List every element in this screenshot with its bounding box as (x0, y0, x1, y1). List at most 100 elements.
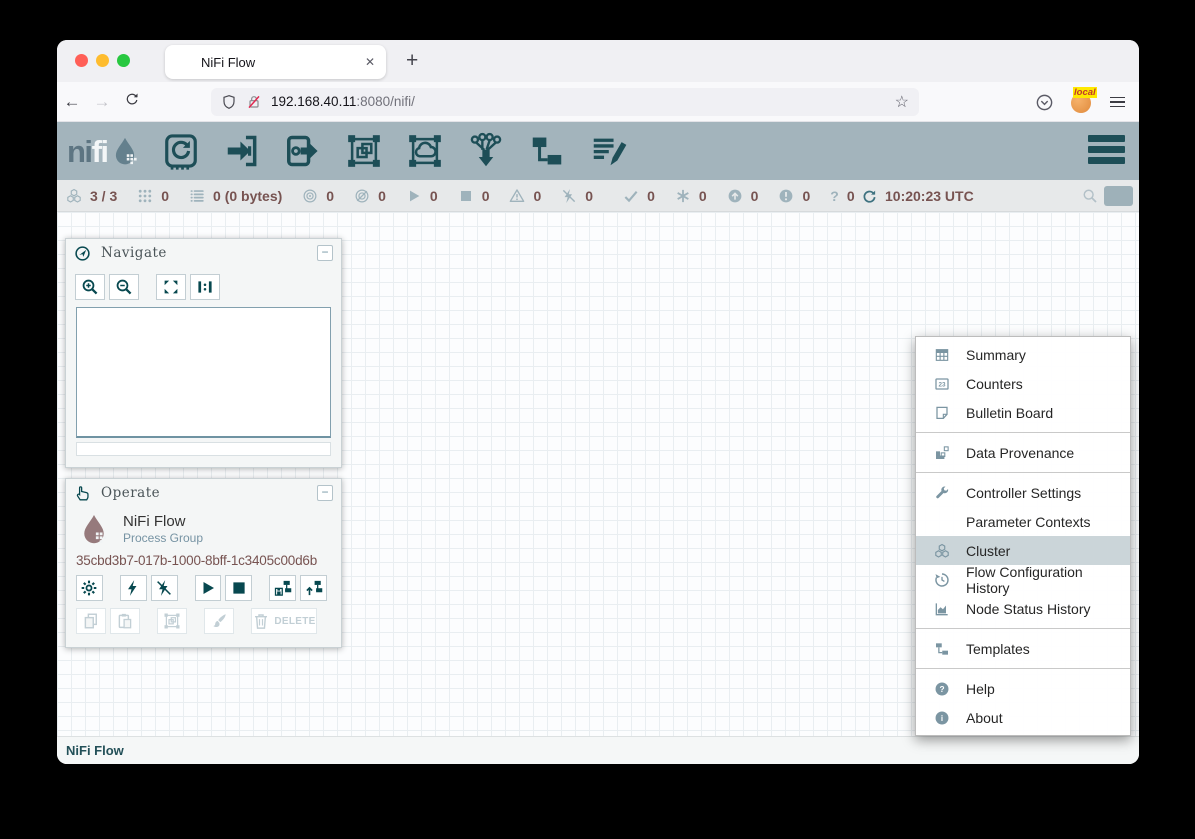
url-text: 192.168.40.11:8080/nifi/ (271, 94, 415, 109)
zoom-in-button[interactable] (75, 274, 105, 300)
counters-icon: 23 (933, 376, 951, 392)
pocket-icon[interactable] (1035, 93, 1054, 112)
paste-icon (116, 612, 134, 630)
delete-label: DELETE (274, 616, 315, 627)
back-button[interactable]: ← (57, 92, 87, 112)
breadcrumb-bar: NiFi Flow (57, 736, 1139, 764)
invalid-icon (509, 188, 525, 204)
status-disabled-value: 0 (585, 188, 593, 204)
selected-flow-type: Process Group (123, 531, 203, 545)
profile-label: local (1073, 87, 1097, 98)
brush-button (204, 608, 234, 634)
firefox-menu-button[interactable] (1110, 97, 1125, 108)
menu-item-controller-settings[interactable]: Controller Settings (916, 478, 1130, 507)
menu-item-parameter-contexts[interactable]: Parameter Contexts (916, 507, 1130, 536)
profile-avatar[interactable]: local (1071, 91, 1093, 113)
reload-button[interactable] (117, 91, 147, 112)
stale-icon (727, 188, 743, 204)
bolt-button[interactable] (120, 575, 147, 601)
menu-item-data-provenance[interactable]: Data Provenance (916, 438, 1130, 467)
traffic-lights (75, 54, 130, 67)
status-active-threads-value: 0 (161, 188, 169, 204)
one-to-one-button[interactable] (190, 274, 220, 300)
menu-item-summary[interactable]: Summary (916, 340, 1130, 369)
menu-item-flow-configuration-history[interactable]: Flow Configuration History (916, 565, 1130, 594)
menu-item-templates[interactable]: Templates (916, 634, 1130, 663)
excl-circle-icon (778, 188, 794, 204)
save-template-button[interactable] (269, 575, 296, 601)
operate-collapse-button[interactable]: − (317, 485, 333, 501)
tab-close-icon[interactable]: ✕ (365, 55, 375, 69)
status-connected-nodes: 3 / 3 (66, 188, 117, 204)
navigate-collapse-button[interactable]: − (317, 245, 333, 261)
menu-item-label: Help (966, 681, 995, 697)
menu-item-help[interactable]: ?Help (916, 674, 1130, 703)
status-connected-nodes-value: 3 / 3 (90, 188, 117, 204)
transmitting-icon (302, 188, 318, 204)
status-running: 0 (406, 188, 438, 204)
menu-item-cluster[interactable]: Cluster (916, 536, 1130, 565)
status-locally-modified-stale-value: 0 (802, 188, 810, 204)
wrench-icon (933, 485, 951, 501)
input-port-icon[interactable] (223, 132, 261, 170)
nifi-drop-icon (110, 135, 140, 167)
status-transmitting-value: 0 (326, 188, 334, 204)
menu-item-bulletin-board[interactable]: Bulletin Board (916, 398, 1130, 427)
menu-item-label: Counters (966, 376, 1023, 392)
search-icon[interactable] (1082, 188, 1098, 204)
status-running-value: 0 (430, 188, 438, 204)
cluster-icon (933, 543, 951, 559)
remote-process-group-icon[interactable] (406, 132, 444, 170)
asterisk-icon (675, 188, 691, 204)
birdseye-minimap[interactable] (76, 307, 331, 438)
not-transmitting-icon (354, 188, 370, 204)
status-locally-modified: 0 (675, 188, 707, 204)
desktop: NiFi Flow ✕ + ← → 192.168.40.11:8080/nif… (0, 0, 1195, 839)
global-menu-button[interactable] (1088, 135, 1125, 164)
gear-button[interactable] (76, 575, 103, 601)
funnel-icon[interactable] (467, 132, 505, 170)
blank-icon (933, 514, 951, 530)
url-bar[interactable]: 192.168.40.11:8080/nifi/ ☆ (211, 88, 919, 116)
shield-icon[interactable] (221, 94, 237, 110)
menu-item-node-status-history[interactable]: Node Status History (916, 594, 1130, 623)
play-icon (406, 188, 422, 204)
breadcrumb[interactable]: NiFi Flow (66, 743, 124, 758)
output-port-icon[interactable] (284, 132, 322, 170)
template-icon[interactable] (528, 132, 566, 170)
new-tab-button[interactable]: + (398, 47, 426, 75)
bookmark-star-icon[interactable]: ☆ (895, 92, 909, 112)
play-button[interactable] (195, 575, 222, 601)
menu-item-label: Flow Configuration History (966, 564, 1130, 596)
refresh-icon[interactable] (862, 189, 877, 204)
bolt-slash-button[interactable] (151, 575, 178, 601)
nifi-components (162, 132, 627, 170)
bolt-icon (124, 579, 142, 597)
insecure-lock-icon[interactable] (246, 94, 262, 110)
fit-button[interactable] (156, 274, 186, 300)
browser-navbar: ← → 192.168.40.11:8080/nifi/ ☆ local (57, 82, 1139, 122)
process-group-icon[interactable] (345, 132, 383, 170)
close-window-button[interactable] (75, 54, 88, 67)
minimize-window-button[interactable] (96, 54, 109, 67)
upload-template-button[interactable] (300, 575, 327, 601)
label-icon[interactable] (589, 132, 627, 170)
frame-icon (163, 612, 181, 630)
zoom-window-button[interactable] (117, 54, 130, 67)
status-not-transmitting-value: 0 (378, 188, 386, 204)
processor-icon[interactable] (162, 132, 200, 170)
zoom-out-button[interactable] (109, 274, 139, 300)
search-input[interactable] (1104, 186, 1133, 206)
chart-area-icon (933, 601, 951, 617)
nifi-logo: nifi (67, 135, 140, 167)
menu-item-about[interactable]: iAbout (916, 703, 1130, 732)
stop-button[interactable] (225, 575, 252, 601)
browser-tab[interactable]: NiFi Flow ✕ (165, 45, 386, 79)
menu-item-counters[interactable]: 23 Counters (916, 369, 1130, 398)
operate-header: Operate − (66, 479, 341, 507)
status-queued-value: 0 (0 bytes) (213, 188, 282, 204)
nifi-toolbar: nifi (57, 122, 1139, 180)
navigate-title: Navigate (101, 245, 167, 261)
flow-canvas[interactable]: Navigate − Operate − NiFi Flow (57, 212, 1139, 736)
process-group-logo-icon (78, 512, 110, 546)
